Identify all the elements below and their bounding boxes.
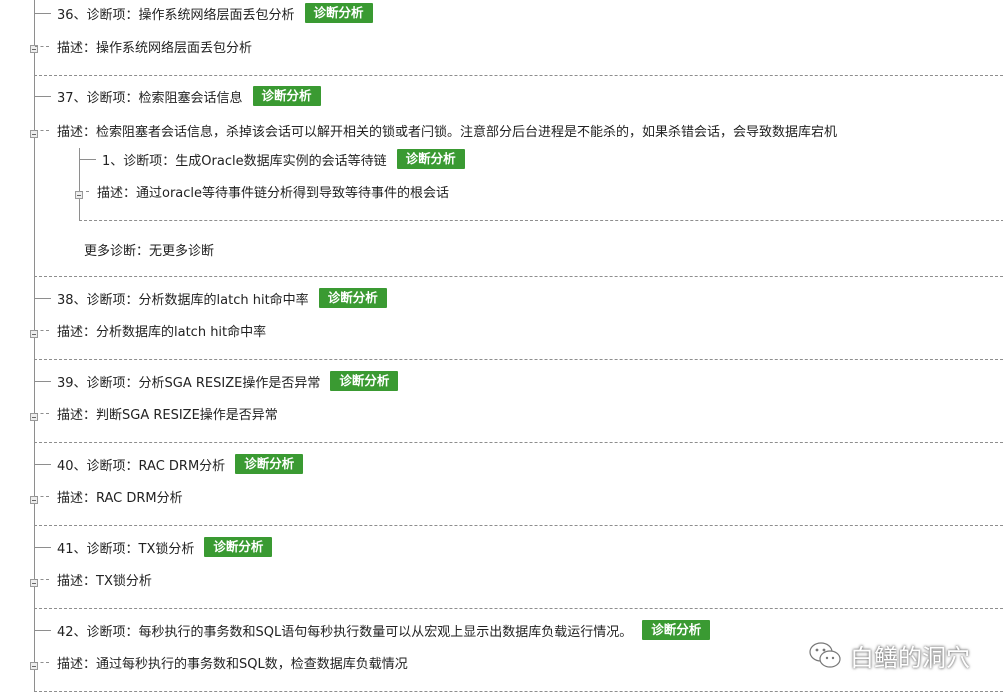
diagnostic-item-37: 37、诊断项：检索阻塞会话信息 诊断分析 描述：检索阻塞者会话信息，杀掉该会话可… bbox=[30, 76, 1003, 277]
diagnose-button[interactable]: 诊断分析 bbox=[204, 537, 273, 557]
sub-item-title: 1、诊断项：生成Oracle数据库实例的会话等待链 bbox=[102, 153, 387, 169]
item-title: 42、诊断项：每秒执行的事务数和SQL语句每秒执行数量可以从宏观上显示出数据库负… bbox=[57, 624, 633, 640]
item-title-row: 38、诊断项：分析数据库的latch hit命中率 诊断分析 bbox=[35, 288, 387, 308]
item-title: 36、诊断项：操作系统网络层面丢包分析 bbox=[57, 7, 295, 23]
item-title: 37、诊断项：检索阻塞会话信息 bbox=[57, 90, 243, 106]
item-title-row: 41、诊断项：TX锁分析 诊断分析 bbox=[35, 537, 273, 557]
item-title-row: 37、诊断项：检索阻塞会话信息 诊断分析 bbox=[35, 86, 321, 106]
item-title: 39、诊断项：分析SGA RESIZE操作是否异常 bbox=[57, 375, 321, 391]
diagnostic-item-40: 40、诊断项：RAC DRM分析 诊断分析 描述：RAC DRM分析 bbox=[30, 443, 1003, 526]
diagnostic-item-38: 38、诊断项：分析数据库的latch hit命中率 诊断分析 描述：分析数据库的… bbox=[30, 277, 1003, 360]
item-desc-row: 描述：TX锁分析 bbox=[35, 569, 152, 589]
diagnostic-item-39: 39、诊断项：分析SGA RESIZE操作是否异常 诊断分析 描述：判断SGA … bbox=[30, 360, 1003, 443]
diagnose-button[interactable]: 诊断分析 bbox=[642, 620, 711, 640]
diagnose-button[interactable]: 诊断分析 bbox=[252, 86, 321, 106]
item-title: 40、诊断项：RAC DRM分析 bbox=[57, 458, 226, 474]
sub-diagnose-button[interactable]: 诊断分析 bbox=[396, 149, 465, 169]
item-title-row: 40、诊断项：RAC DRM分析 诊断分析 bbox=[35, 454, 304, 474]
item-description: 描述：判断SGA RESIZE操作是否异常 bbox=[57, 407, 278, 423]
sub-item-title-row: 1、诊断项：生成Oracle数据库实例的会话等待链 诊断分析 bbox=[80, 149, 465, 169]
diagnose-button[interactable]: 诊断分析 bbox=[330, 371, 399, 391]
diagnostic-item-41: 41、诊断项：TX锁分析 诊断分析 描述：TX锁分析 bbox=[30, 526, 1003, 609]
item-description: 描述：RAC DRM分析 bbox=[57, 490, 183, 506]
diagnostic-item-36: 36、诊断项：操作系统网络层面丢包分析 诊断分析 描述：操作系统网络层面丢包分析 bbox=[30, 0, 1003, 76]
watermark-text: 白鳝的洞穴 bbox=[850, 643, 970, 672]
item-desc-row: 描述：分析数据库的latch hit命中率 bbox=[35, 320, 266, 340]
item-description: 描述：分析数据库的latch hit命中率 bbox=[57, 324, 267, 340]
item-title: 38、诊断项：分析数据库的latch hit命中率 bbox=[57, 292, 309, 308]
sub-item-desc-row: 描述：通过oracle等待事件链分析得到导致等待事件的根会话 bbox=[80, 181, 449, 201]
item-title: 41、诊断项：TX锁分析 bbox=[57, 541, 195, 557]
item-desc-row: 描述：操作系统网络层面丢包分析 bbox=[35, 36, 252, 56]
item-title-row: 39、诊断项：分析SGA RESIZE操作是否异常 诊断分析 bbox=[35, 371, 399, 391]
item-title-row: 36、诊断项：操作系统网络层面丢包分析 诊断分析 bbox=[35, 3, 373, 23]
item-description: 描述：操作系统网络层面丢包分析 bbox=[57, 40, 253, 56]
item-description: 描述：通过每秒执行的事务数和SQL数，检查数据库负载情况 bbox=[57, 656, 408, 672]
sub-diagnostic-item-1: 1、诊断项：生成Oracle数据库实例的会话等待链 诊断分析 描述：通过orac… bbox=[75, 148, 1003, 221]
item-description: 描述：TX锁分析 bbox=[57, 573, 152, 589]
diagnose-button[interactable]: 诊断分析 bbox=[318, 288, 387, 308]
item-title-row: 42、诊断项：每秒执行的事务数和SQL语句每秒执行数量可以从宏观上显示出数据库负… bbox=[35, 620, 711, 640]
item-description: 描述：检索阻塞者会话信息，杀掉该会话可以解开相关的锁或者闩锁。注意部分后台进程是… bbox=[57, 124, 838, 140]
watermark: 白鳝的洞穴 bbox=[808, 638, 970, 672]
more-diagnostics: 更多诊断：无更多诊断 bbox=[84, 243, 215, 259]
item-desc-row: 描述：检索阻塞者会话信息，杀掉该会话可以解开相关的锁或者闩锁。注意部分后台进程是… bbox=[35, 120, 837, 140]
item-desc-row: 描述：RAC DRM分析 bbox=[35, 486, 183, 506]
sub-item-description: 描述：通过oracle等待事件链分析得到导致等待事件的根会话 bbox=[97, 185, 450, 201]
wechat-icon bbox=[809, 642, 841, 668]
diagnose-button[interactable]: 诊断分析 bbox=[304, 3, 373, 23]
item-desc-row: 描述：判断SGA RESIZE操作是否异常 bbox=[35, 403, 278, 423]
item-desc-row: 描述：通过每秒执行的事务数和SQL数，检查数据库负载情况 bbox=[35, 652, 408, 672]
diagnose-button[interactable]: 诊断分析 bbox=[235, 454, 304, 474]
